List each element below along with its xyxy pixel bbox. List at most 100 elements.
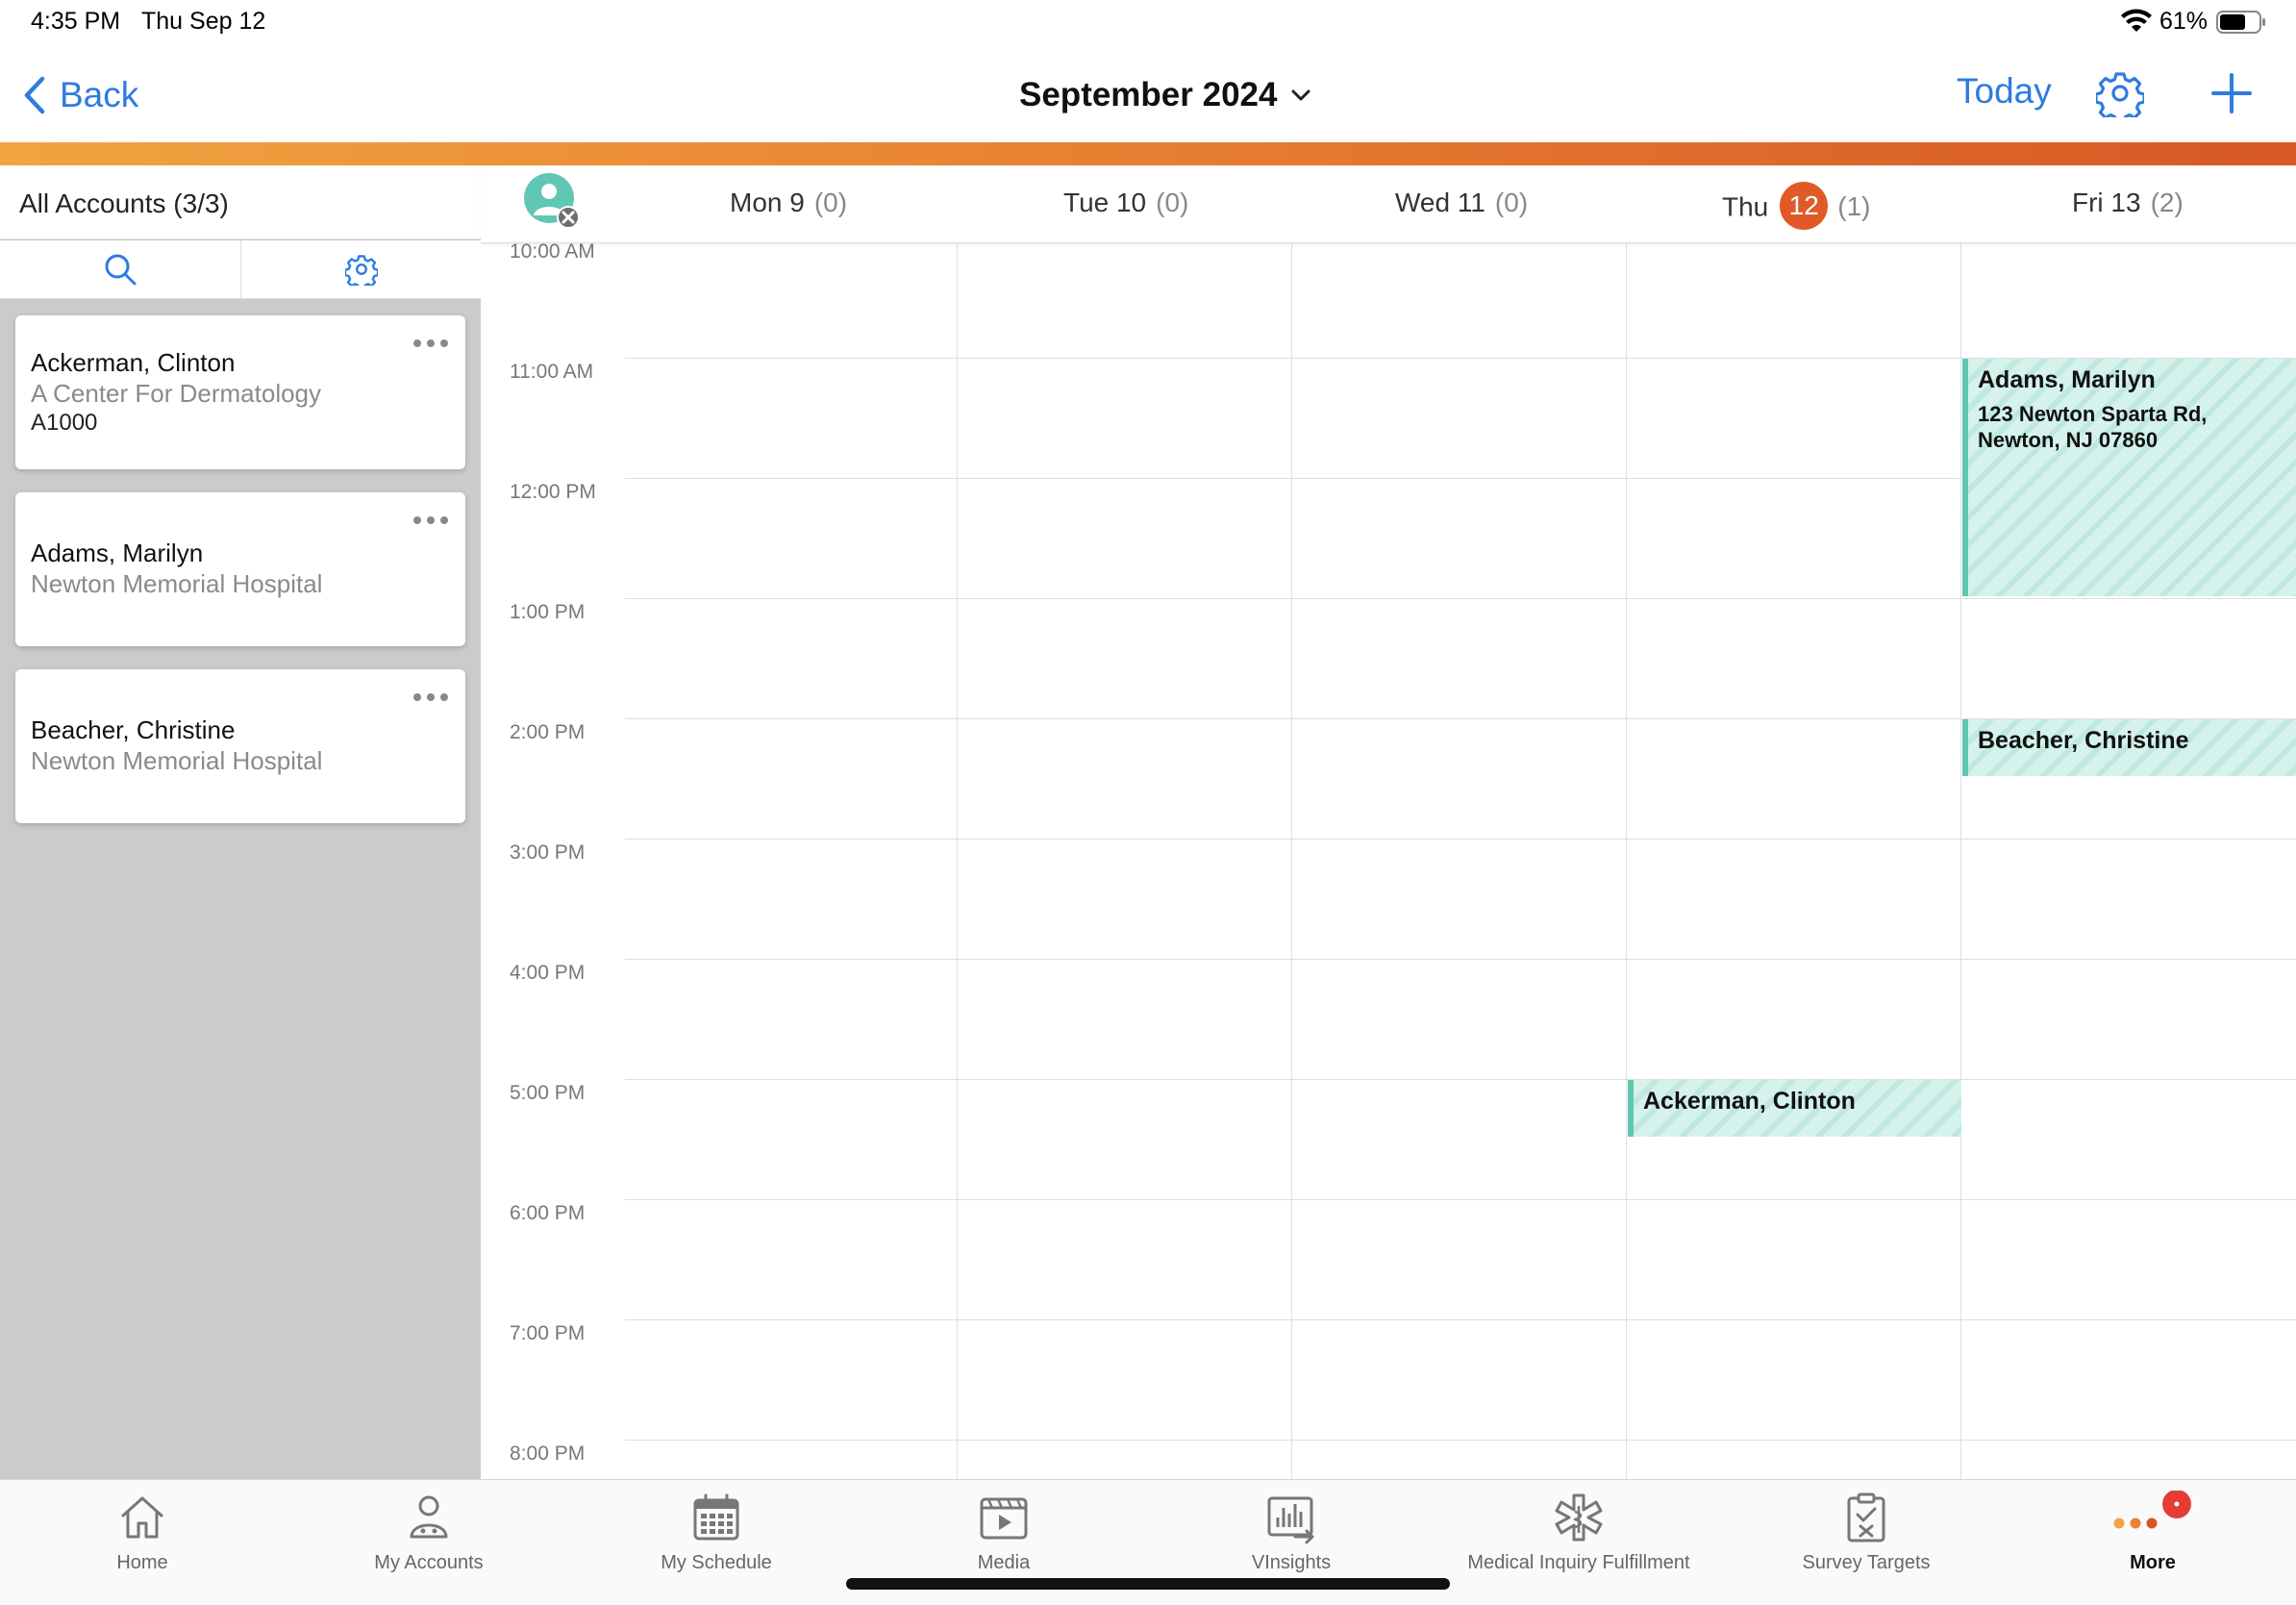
tab-label: Home — [116, 1552, 168, 1573]
day-label: Wed 11 — [1395, 188, 1485, 217]
time-label: 10:00 AM — [510, 240, 595, 263]
tab-label: My Accounts — [374, 1552, 484, 1573]
account-card[interactable]: Ackerman, Clinton A Center For Dermatolo… — [15, 315, 465, 469]
clipboard-check-icon — [1847, 1492, 1885, 1542]
status-date: Thu Sep 12 — [141, 8, 266, 35]
day-count: (1) — [1837, 191, 1871, 222]
account-organization: A Center For Dermatology — [31, 379, 322, 408]
battery-percentage: 61% — [2159, 8, 2209, 35]
day-column-divider — [1960, 242, 1961, 1479]
day-count: (0) — [813, 188, 848, 217]
account-name: Adams, Marilyn — [31, 539, 204, 567]
add-plus-icon[interactable] — [2208, 69, 2256, 117]
back-button[interactable]: Back — [21, 67, 138, 123]
day-header-wed[interactable]: Wed 11 (0) — [1395, 188, 1528, 218]
month-title: September 2024 — [1019, 76, 1278, 113]
settings-gear-icon[interactable] — [2096, 69, 2144, 117]
event-title: Beacher, Christine — [1978, 727, 2189, 754]
insights-chart-icon — [1267, 1496, 1314, 1544]
time-label: 1:00 PM — [510, 601, 586, 623]
day-label: Tue 10 — [1063, 188, 1147, 217]
back-label: Back — [60, 75, 139, 114]
day-label: Thu — [1722, 191, 1769, 222]
time-label: 2:00 PM — [510, 721, 586, 743]
day-count: (0) — [1494, 188, 1529, 217]
account-organization: Newton Memorial Hospital — [31, 746, 323, 775]
battery-icon — [2216, 11, 2265, 34]
tab-more[interactable]: More — [2009, 1491, 2296, 1596]
media-icon — [980, 1497, 1028, 1540]
calendar-event[interactable]: Beacher, Christine — [1962, 719, 2296, 776]
day-column-divider — [957, 242, 958, 1479]
time-label: 4:00 PM — [510, 962, 586, 984]
status-time: 4:35 PM — [31, 8, 121, 35]
gear-icon — [344, 255, 378, 286]
hour-line — [625, 1079, 2296, 1080]
account-organization: Newton Memorial Hospital — [31, 569, 323, 598]
today-badge: 12 — [1780, 182, 1829, 230]
hour-line — [625, 1199, 2296, 1200]
tab-label: Survey Targets — [1802, 1552, 1931, 1573]
time-label: 6:00 PM — [510, 1202, 586, 1224]
day-column-divider — [1626, 242, 1627, 1479]
tab-label: VInsights — [1251, 1552, 1332, 1573]
calendar-event[interactable]: Ackerman, Clinton — [1628, 1080, 1961, 1137]
tab-home[interactable]: Home — [0, 1491, 287, 1596]
event-address-line2: Newton, NJ 07860 — [1978, 428, 2159, 452]
medical-star-icon — [1555, 1493, 1603, 1542]
account-card[interactable]: Beacher, Christine Newton Memorial Hospi… — [15, 669, 465, 823]
accounts-icon — [410, 1495, 448, 1539]
tab-medical-inquiry[interactable]: Medical Inquiry Fulfillment — [1435, 1491, 1723, 1596]
calendar-icon — [693, 1493, 739, 1541]
day-header-thu[interactable]: Thu 12 (1) — [1722, 182, 1871, 230]
home-icon — [121, 1496, 163, 1539]
accounts-title: All Accounts (3/3) — [19, 188, 229, 218]
more-options-icon[interactable] — [412, 514, 450, 527]
home-indicator — [846, 1578, 1450, 1590]
hour-line — [625, 839, 2296, 840]
chevron-down-icon — [1291, 89, 1310, 101]
time-label: 3:00 PM — [510, 841, 586, 864]
tab-label: More — [2130, 1552, 2176, 1573]
day-label: Mon 9 — [730, 188, 805, 217]
day-header-tue[interactable]: Tue 10 (0) — [1063, 188, 1188, 218]
day-label: Fri 13 — [2072, 188, 2141, 217]
divider — [0, 298, 481, 299]
tab-label: Medical Inquiry Fulfillment — [1467, 1552, 1690, 1573]
time-label: 7:00 PM — [510, 1322, 586, 1344]
time-label: 8:00 PM — [510, 1442, 586, 1465]
event-address-line1: 123 Newton Sparta Rd, — [1978, 402, 2208, 426]
time-label: 12:00 PM — [510, 481, 596, 503]
hour-line — [625, 1440, 2296, 1441]
event-title: Ackerman, Clinton — [1643, 1088, 1856, 1115]
search-button[interactable] — [0, 240, 241, 298]
chevron-left-icon — [24, 76, 45, 114]
day-header-fri[interactable]: Fri 13 (2) — [2072, 188, 2184, 218]
search-icon — [105, 254, 137, 286]
more-options-icon[interactable] — [412, 337, 450, 350]
hour-line — [625, 1319, 2296, 1320]
time-label: 5:00 PM — [510, 1082, 586, 1104]
more-options-icon[interactable] — [412, 690, 450, 704]
day-column-divider — [1291, 242, 1292, 1479]
more-dots-icon — [2113, 1491, 2191, 1529]
time-label: 11:00 AM — [510, 361, 594, 383]
account-name: Beacher, Christine — [31, 715, 236, 744]
tab-survey-targets[interactable]: Survey Targets — [1722, 1491, 2010, 1596]
hour-line — [625, 598, 2296, 599]
day-header-mon[interactable]: Mon 9 (0) — [730, 188, 847, 218]
accent-bar — [0, 142, 2296, 165]
tab-my-accounts[interactable]: My Accounts — [285, 1491, 573, 1596]
account-card[interactable]: Adams, Marilyn Newton Memorial Hospital — [15, 492, 465, 646]
tab-label: My Schedule — [661, 1552, 772, 1573]
tab-label: Media — [977, 1552, 1031, 1573]
account-code: A1000 — [31, 410, 98, 436]
tab-my-schedule[interactable]: My Schedule — [572, 1491, 861, 1596]
today-button[interactable]: Today — [1957, 71, 2052, 112]
filter-settings-button[interactable] — [241, 240, 481, 298]
user-avatar-icon[interactable] — [524, 173, 580, 229]
month-picker[interactable]: September 2024 — [1019, 71, 1311, 119]
wifi-icon — [2121, 9, 2152, 32]
day-count: (0) — [1156, 188, 1189, 217]
calendar-event[interactable]: Adams, Marilyn 123 Newton Sparta Rd, New… — [1962, 359, 2296, 596]
